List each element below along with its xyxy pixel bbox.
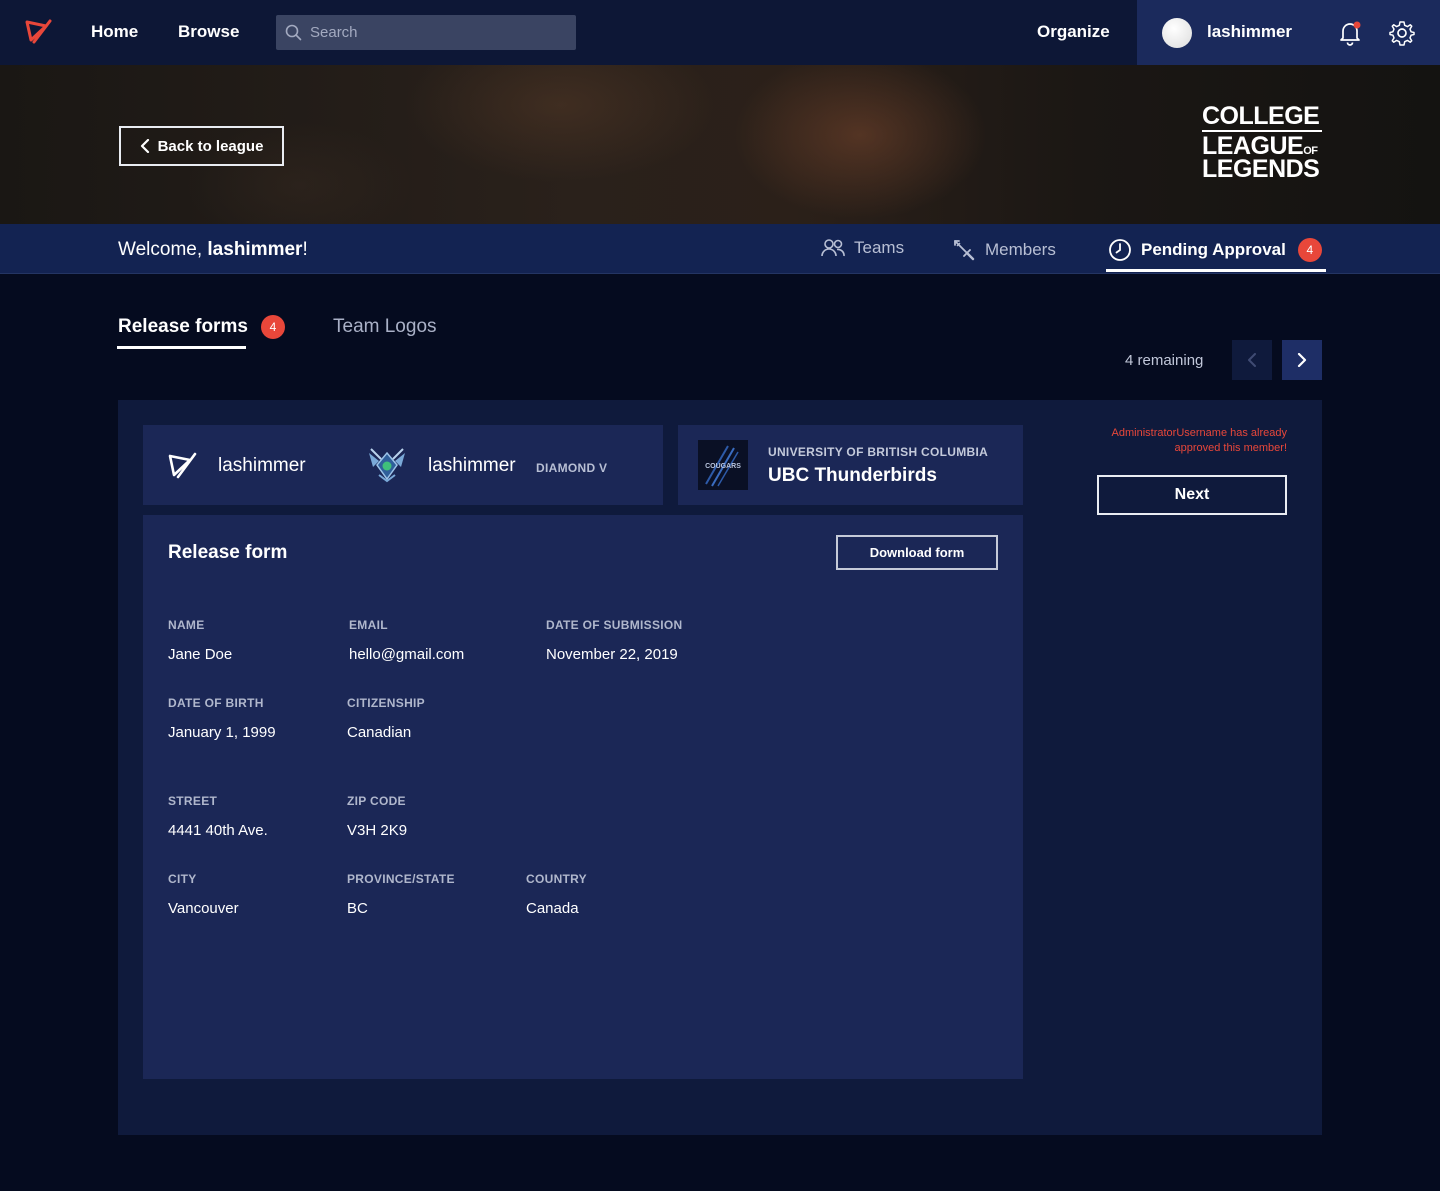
team-name: UBC Thunderbirds [768, 465, 937, 486]
previous-button[interactable] [1232, 340, 1272, 380]
field-value-citizenship: Canadian [347, 724, 412, 741]
logo-line-legends: LEGENDS [1202, 155, 1320, 183]
pending-count-badge: 4 [1297, 238, 1322, 262]
team-logo-text: COUGARS [705, 463, 741, 470]
tab-pending-approval-label: Pending Approval [1141, 240, 1286, 259]
team-logo-image: COUGARS [705, 445, 741, 487]
field-label-zip: ZIP CODE [347, 794, 406, 808]
field-label-street: STREET [168, 794, 218, 808]
welcome-suffix: ! [302, 239, 308, 260]
welcome-name: lashimmer [207, 239, 303, 260]
field-value-dob: January 1, 1999 [168, 724, 276, 741]
diamond-rank-icon [369, 448, 405, 483]
player-game-name: lashimmer [428, 455, 516, 476]
sword-icon [954, 240, 975, 261]
gear-icon[interactable] [1389, 20, 1415, 46]
player-summoner-name: lashimmer [218, 455, 306, 476]
field-value-name: Jane Doe [168, 646, 233, 663]
player-card: lashimmer lashimmer DIAMOND V [143, 425, 663, 505]
next-button[interactable]: Next [1097, 475, 1287, 515]
field-value-province: BC [347, 900, 368, 917]
active-tab-indicator [1106, 269, 1326, 272]
field-label-email: EMAIL [349, 618, 388, 632]
nav-organize-link[interactable]: Organize [1037, 22, 1110, 42]
league-subnav: Welcome, lashimmer! Teams Members Pendin… [0, 224, 1440, 274]
field-value-submission-date: November 22, 2019 [546, 646, 678, 663]
next-page-button[interactable] [1282, 340, 1322, 380]
search-icon [285, 24, 302, 41]
top-navbar: Home Browse Search Organize lashimmer [0, 0, 1440, 65]
field-value-country: Canada [526, 900, 579, 917]
user-name[interactable]: lashimmer [1207, 22, 1292, 42]
welcome-prefix: Welcome, [118, 239, 208, 260]
brand-logo-icon [168, 452, 197, 479]
nav-browse-link[interactable]: Browse [178, 22, 239, 42]
release-forms-badge: 4 [261, 315, 285, 339]
users-icon [821, 239, 845, 257]
team-logo: COUGARS [698, 440, 748, 490]
tab-teams[interactable]: Teams [821, 238, 904, 258]
field-label-country: COUNTRY [526, 872, 587, 886]
bell-icon[interactable] [1337, 20, 1363, 46]
user-menu[interactable]: lashimmer [1137, 0, 1440, 65]
tab-pending-approval[interactable]: Pending Approval 4 [1108, 238, 1322, 262]
release-form-title: Release form [168, 542, 288, 563]
tab-members[interactable]: Members [952, 238, 1056, 262]
nav-home-link[interactable]: Home [91, 22, 138, 42]
field-label-name: NAME [168, 618, 205, 632]
chevron-right-icon [1297, 353, 1307, 367]
tab-team-logos[interactable]: Team Logos [333, 316, 437, 338]
field-label-citizenship: CITIZENSHIP [347, 696, 425, 710]
search-input[interactable]: Search [276, 15, 576, 50]
player-rank: DIAMOND V [536, 461, 608, 475]
avatar[interactable] [1162, 18, 1192, 48]
college-league-logo: COLLEGE LEAGUEOF LEGENDS [1202, 104, 1322, 183]
team-card: COUGARS UNIVERSITY OF BRITISH COLUMBIA U… [678, 425, 1023, 505]
tab-teams-label: Teams [854, 238, 905, 257]
back-to-league-label: Back to league [157, 137, 264, 155]
field-value-email: hello@gmail.com [349, 646, 465, 663]
field-value-street: 4441 40th Ave. [168, 822, 268, 839]
brand-logo-icon[interactable] [24, 18, 52, 46]
tab-release-forms[interactable]: Release forms [118, 316, 248, 338]
tab-members-label: Members [985, 240, 1056, 259]
search-placeholder: Search [310, 24, 358, 41]
chevron-left-icon [1248, 353, 1256, 367]
field-label-city: CITY [168, 872, 197, 886]
release-form-card: Release form Download form NAME Jane Doe… [143, 515, 1023, 1079]
chevron-left-icon [140, 139, 149, 153]
field-label-province: PROVINCE/STATE [347, 872, 455, 886]
remaining-count: 4 remaining [1125, 352, 1204, 369]
download-form-button[interactable]: Download form [836, 535, 998, 570]
welcome-message: Welcome, lashimmer! [118, 239, 308, 261]
back-to-league-button[interactable]: Back to league [119, 126, 284, 166]
field-value-city: Vancouver [168, 900, 239, 917]
field-value-zip: V3H 2K9 [347, 822, 408, 839]
field-label-submission-date: DATE OF SUBMISSION [546, 618, 683, 632]
already-approved-note: AdministratorUsername has already approv… [1111, 427, 1287, 454]
clock-icon [1109, 239, 1131, 261]
field-label-dob: DATE OF BIRTH [168, 696, 264, 710]
logo-line-college: COLLEGE [1202, 104, 1322, 132]
league-banner: Back to league COLLEGE LEAGUEOF LEGENDS [0, 65, 1440, 224]
team-school: UNIVERSITY OF BRITISH COLUMBIA [768, 445, 989, 459]
section-tab-indicator [117, 346, 246, 349]
